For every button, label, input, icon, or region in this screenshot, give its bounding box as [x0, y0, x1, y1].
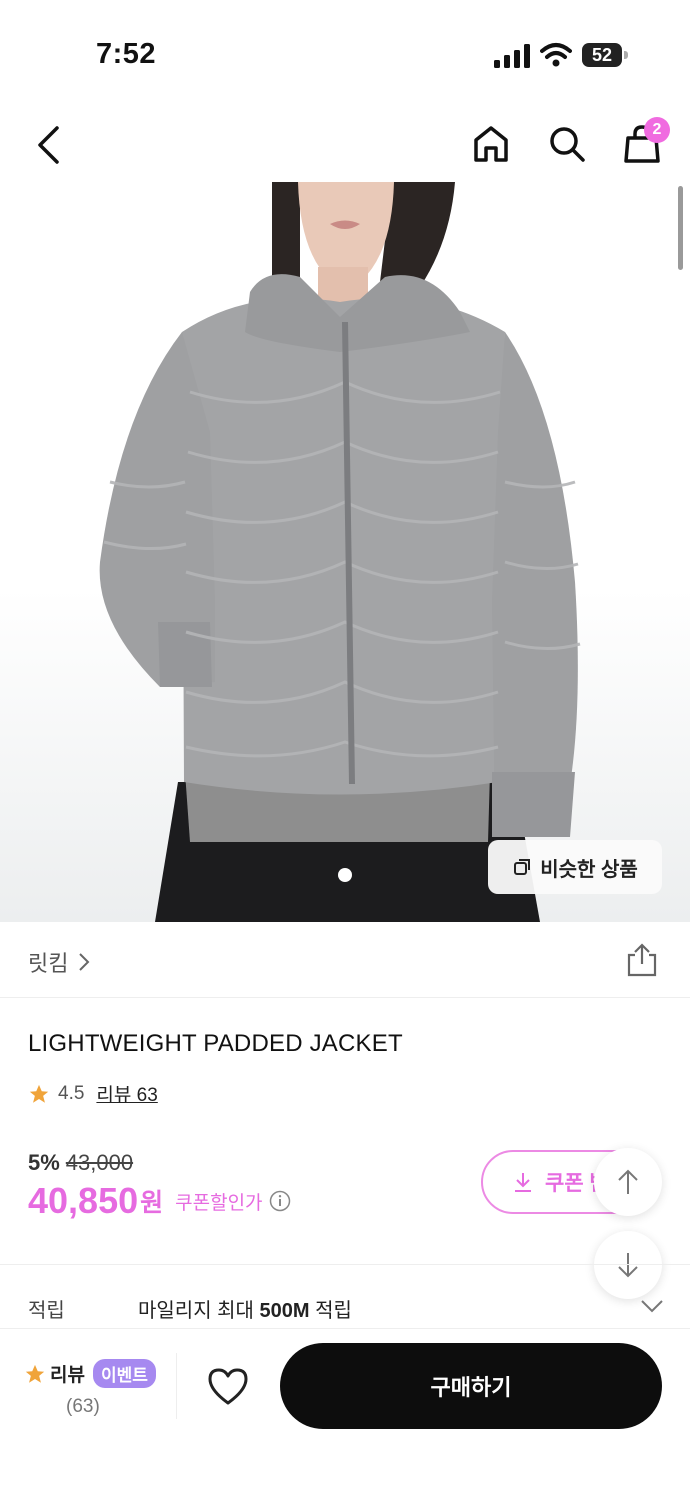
star-icon [25, 1364, 45, 1383]
carousel-indicator [338, 868, 352, 882]
chevron-down-icon[interactable] [640, 1298, 664, 1314]
signal-icon [494, 44, 530, 68]
share-icon[interactable] [624, 942, 660, 978]
review-link[interactable]: 리뷰 63 [96, 1080, 157, 1107]
coupon-discount-label: 쿠폰할인가 [175, 1192, 263, 1214]
copy-icon [514, 859, 531, 875]
scroll-bottom-button[interactable] [594, 1231, 662, 1299]
points-row[interactable]: 적립 마일리지 최대 500M 적립 [0, 1290, 690, 1330]
price-block: 5% 43,000 40,850 원 쿠폰할인가 [28, 1150, 291, 1222]
chevron-right-icon [79, 953, 90, 971]
battery-icon: 52 [582, 43, 628, 67]
product-image[interactable] [0, 182, 690, 922]
brand-link[interactable]: 릿킴 [28, 946, 90, 978]
review-count: (63) [66, 1396, 100, 1417]
currency: 원 [140, 1189, 164, 1217]
separator [176, 1353, 177, 1419]
info-icon[interactable] [269, 1190, 291, 1212]
star-icon [29, 1084, 49, 1103]
bottom-action-bar: 리뷰 이벤트 (63) 구매하기 [0, 1328, 690, 1500]
rating-row: 4.5 리뷰 63 [28, 1080, 158, 1107]
original-price: 43,000 [65, 1150, 134, 1175]
download-icon [515, 1173, 531, 1192]
divider [0, 1264, 690, 1265]
battery-level: 52 [582, 43, 622, 67]
search-icon [550, 127, 585, 162]
sale-price: 40,850 [28, 1180, 139, 1221]
top-nav [0, 100, 690, 182]
status-time: 7:52 [96, 38, 157, 70]
rating-value: 4.5 [58, 1082, 85, 1104]
status-bar: 7:52 52 [0, 0, 690, 100]
review-tab-label: 리뷰 [50, 1365, 85, 1386]
buy-button[interactable]: 구매하기 [280, 1343, 662, 1429]
event-badge: 이벤트 [92, 1359, 156, 1388]
heart-icon[interactable] [206, 1365, 250, 1409]
wifi-icon [540, 43, 572, 67]
discount-rate: 5% [28, 1150, 60, 1175]
scrollbar[interactable] [678, 186, 683, 270]
jacket-photo [99, 182, 581, 922]
search-button[interactable] [544, 120, 590, 168]
similar-products-button[interactable]: 비슷한 상품 [488, 840, 662, 894]
scroll-top-button[interactable] [594, 1148, 662, 1216]
product-title: LIGHTWEIGHT PADDED JACKET [28, 1030, 403, 1057]
arrow-down-icon [618, 1253, 638, 1278]
home-button[interactable] [468, 120, 514, 168]
similar-products-label: 비슷한 상품 [540, 858, 638, 881]
review-tab[interactable]: 리뷰 이벤트 (63) [24, 1359, 174, 1419]
arrow-up-icon [618, 1169, 638, 1194]
points-text: 마일리지 최대 500M 적립 [138, 1300, 352, 1322]
home-icon [474, 126, 508, 162]
points-label: 적립 [28, 1300, 65, 1322]
cart-count-badge: 2 [644, 117, 670, 143]
brand-name: 릿킴 [28, 951, 69, 976]
brand-row: 릿킴 [0, 922, 690, 998]
back-icon [38, 126, 59, 164]
back-button[interactable] [26, 120, 70, 170]
